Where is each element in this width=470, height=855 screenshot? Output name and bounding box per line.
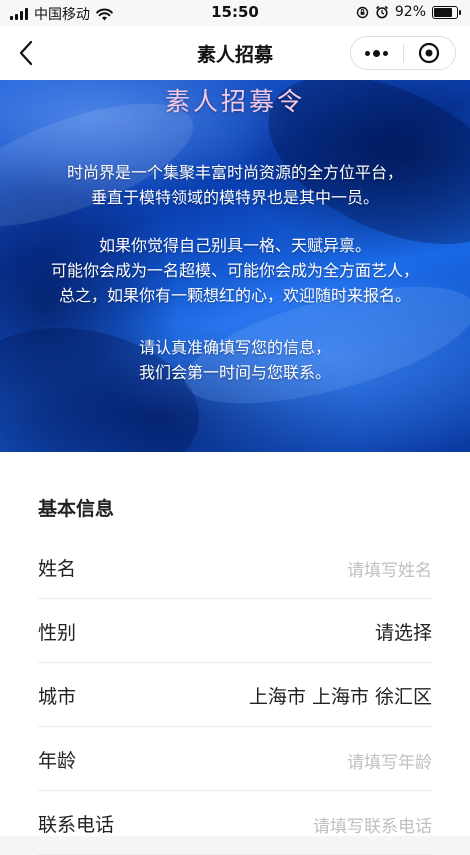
banner-title: 素人招募令 (164, 87, 305, 116)
alarm-icon (375, 5, 388, 19)
battery-icon (432, 5, 461, 19)
gender-label: 性别 (38, 622, 77, 644)
phone-input[interactable]: 请填写联系电话 (313, 812, 432, 837)
city-picker[interactable]: 上海市 上海市 徐汇区 (249, 682, 432, 709)
more-dot-icon (373, 49, 381, 57)
battery-percent: 92% (394, 4, 426, 20)
city-row[interactable]: 城市 上海市 上海市 徐汇区 (38, 662, 432, 727)
banner-line: 请认真准确填写您的信息， (138, 338, 331, 357)
banner-paragraph-1: 时尚界是一个集聚丰富时尚资源的全方位平台， 垂直于模特领域的模特界也是其中一员。 (0, 160, 470, 210)
banner-line: 垂直于模特领域的模特界也是其中一员。 (90, 188, 379, 207)
age-input[interactable]: 请填写年龄 (347, 748, 432, 773)
phone-label: 联系电话 (38, 814, 115, 836)
banner-line: 总之，如果你有一颗想红的心，欢迎随时来报名。 (58, 286, 411, 305)
recruit-banner: 素人招募令 时尚界是一个集聚丰富时尚资源的全方位平台， 垂直于模特领域的模特界也… (0, 80, 470, 452)
more-dot-icon (383, 50, 389, 56)
banner-line: 时尚界是一个集聚丰富时尚资源的全方位平台， (66, 163, 403, 182)
gender-row[interactable]: 性别 请选择 (38, 598, 432, 663)
age-label: 年龄 (38, 750, 77, 772)
more-button[interactable] (351, 37, 403, 69)
banner-paragraph-2: 如果你觉得自己别具一格、天赋异禀。 可能你会成为一名超模、可能你会成为全方面艺人… (0, 233, 470, 308)
close-miniprogram-button[interactable] (404, 37, 456, 69)
target-close-icon (419, 42, 440, 64)
age-row: 年龄 请填写年龄 (38, 726, 432, 791)
more-dot-icon (365, 50, 371, 56)
name-input[interactable]: 请填写姓名 (347, 556, 432, 581)
phone-row: 联系电话 请填写联系电话 (38, 790, 432, 855)
status-bar: 中国移动 15:50 92% (0, 0, 470, 26)
name-label: 姓名 (38, 558, 77, 580)
status-right: 92% (356, 4, 461, 20)
section-title: 基本信息 (38, 498, 115, 520)
banner-line: 如果你觉得自己别具一格、天赋异禀。 (98, 236, 371, 255)
basic-info-form: 基本信息 姓名 请填写姓名 性别 请选择 城市 上海市 上海市 徐汇区 年龄 请… (0, 452, 470, 855)
gender-select[interactable]: 请选择 (375, 618, 432, 645)
rotation-lock-icon (356, 6, 369, 18)
miniprogram-capsule (350, 36, 456, 70)
nav-bar: 素人招募 (0, 26, 470, 80)
banner-line: 可能你会成为一名超模、可能你会成为全方面艺人， (50, 261, 419, 280)
name-row: 姓名 请填写姓名 (38, 534, 432, 599)
banner-line: 我们会第一时间与您联系。 (138, 363, 331, 382)
city-label: 城市 (38, 686, 77, 708)
banner-paragraph-3: 请认真准确填写您的信息， 我们会第一时间与您联系。 (0, 335, 470, 385)
